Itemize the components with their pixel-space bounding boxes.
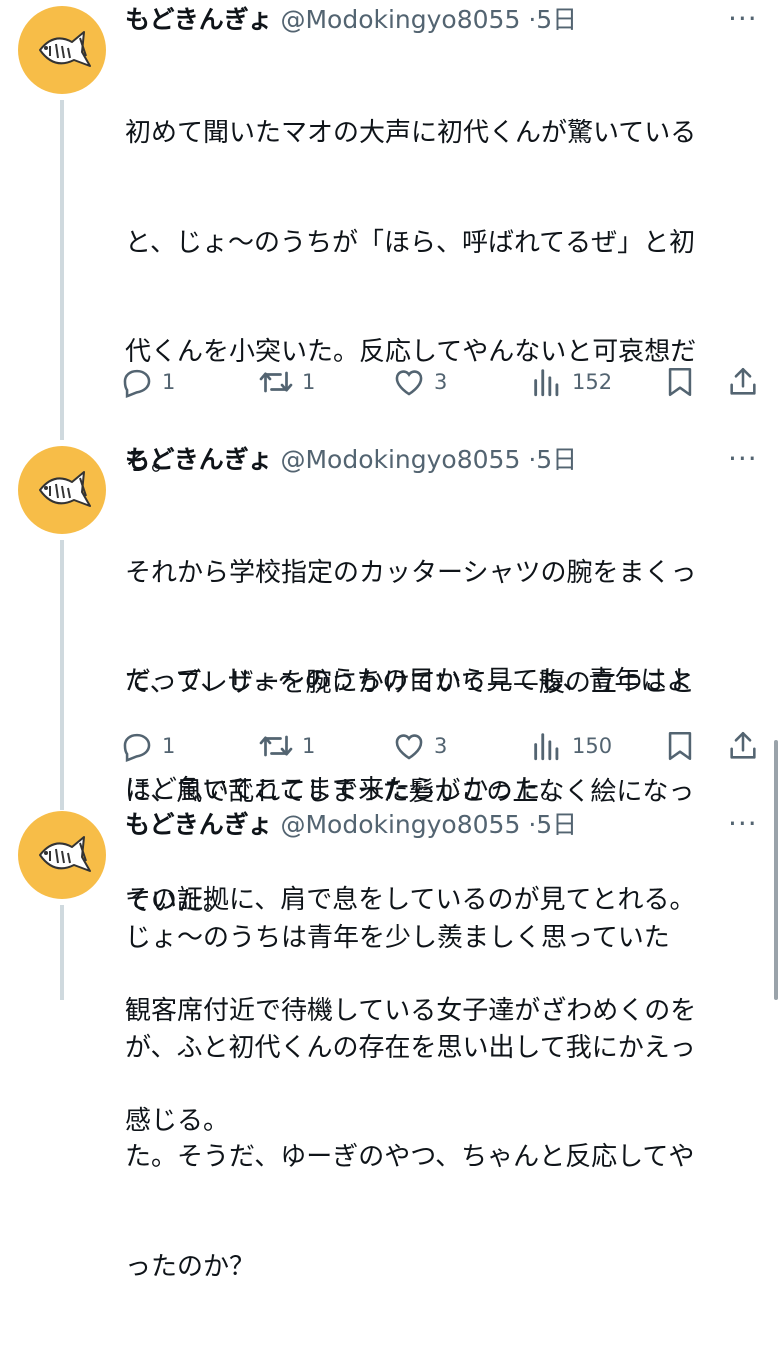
like-count: 3 xyxy=(434,370,448,394)
share-button[interactable] xyxy=(726,726,760,766)
tweet-header: もどきんぎょ @Modokingyo8055 ·5日 xyxy=(125,810,577,840)
bookmark-button[interactable] xyxy=(663,362,697,402)
text-line: が、ふと初代くんの存在を思い出して我にかえっ xyxy=(125,1032,696,1063)
views-icon xyxy=(534,369,559,397)
user-handle[interactable]: @Modokingyo8055 xyxy=(280,5,520,34)
text-line: 初めて聞いたマオの大声に初代くんが驚いている xyxy=(125,118,697,148)
display-name[interactable]: もどきんぎょ xyxy=(125,5,273,34)
avatar[interactable] xyxy=(18,6,106,94)
action-bar: 1 1 3 150 xyxy=(120,726,770,766)
heart-icon xyxy=(395,370,423,396)
action-bar: 1 1 3 152 xyxy=(120,362,770,402)
text-line: ったのか？ xyxy=(125,1251,256,1282)
reply-count: 1 xyxy=(162,370,176,394)
retweet-button[interactable]: 1 xyxy=(258,362,315,402)
views-count: 152 xyxy=(572,370,613,394)
text-line: と、じょ〜のうちが「ほら、呼ばれてるぜ」と初 xyxy=(125,227,696,258)
retweet-count: 1 xyxy=(302,370,316,394)
text-line: それから学校指定のカッターシャツの腕をまくっ xyxy=(125,558,697,588)
tweet-text: じょ〜のうちは青年を少し羨ましく思っていた が、ふと初代くんの存在を思い出して我… xyxy=(125,847,755,1358)
timestamp[interactable]: 5日 xyxy=(536,445,577,474)
tweet-header: もどきんぎょ @Modokingyo8055 ·5日 xyxy=(125,445,577,475)
tweet[interactable]: もどきんぎょ @Modokingyo8055 ·5日 ··· じょ〜のうちは青年… xyxy=(0,805,782,1282)
fish-avatar-icon xyxy=(39,836,91,872)
retweet-button[interactable]: 1 xyxy=(258,726,315,766)
views-button[interactable]: 152 xyxy=(530,362,612,402)
text-line: て、ブレザーを腕にかけていて——腹の立つこと xyxy=(125,667,695,698)
tweet-header: もどきんぎょ @Modokingyo8055 ·5日 xyxy=(125,5,577,35)
reply-button[interactable]: 1 xyxy=(120,726,175,766)
text-line: じょ〜のうちは青年を少し羨ましく思っていた xyxy=(125,923,670,953)
views-button[interactable]: 150 xyxy=(530,726,612,766)
avatar[interactable] xyxy=(18,811,106,899)
display-name[interactable]: もどきんぎょ xyxy=(125,445,273,474)
text-line: た。そうだ、ゆーぎのやつ、ちゃんと反応してや xyxy=(125,1142,695,1172)
tweet[interactable]: もどきんぎょ @Modokingyo8055 ·5日 ··· それから学校指定の… xyxy=(0,440,782,1136)
heart-icon xyxy=(395,734,423,760)
more-icon[interactable]: ··· xyxy=(728,442,758,475)
retweet-count: 1 xyxy=(302,734,316,758)
reply-count: 1 xyxy=(162,734,176,758)
fish-avatar-icon xyxy=(39,471,91,507)
scrollbar[interactable] xyxy=(774,740,778,1000)
views-icon xyxy=(534,733,559,761)
timestamp[interactable]: 5日 xyxy=(536,810,577,839)
user-handle[interactable]: @Modokingyo8055 xyxy=(280,445,520,474)
more-icon[interactable]: ··· xyxy=(728,2,758,35)
bookmark-icon xyxy=(668,731,692,761)
reply-icon xyxy=(123,733,151,763)
reply-button[interactable]: 1 xyxy=(120,362,175,402)
display-name[interactable]: もどきんぎょ xyxy=(125,810,273,839)
bookmark-icon xyxy=(668,367,692,397)
tweet[interactable]: もどきんぎょ @Modokingyo8055 ·5日 ··· 初めて聞いたマオの… xyxy=(0,0,782,915)
like-button[interactable]: 3 xyxy=(392,362,447,402)
more-icon[interactable]: ··· xyxy=(728,807,758,840)
fish-avatar-icon xyxy=(39,31,91,67)
reply-icon xyxy=(123,369,151,399)
views-count: 150 xyxy=(572,734,613,758)
like-button[interactable]: 3 xyxy=(392,726,447,766)
retweet-icon xyxy=(259,371,293,393)
retweet-icon xyxy=(259,735,293,757)
share-icon xyxy=(730,731,756,759)
like-count: 3 xyxy=(434,734,448,758)
timestamp[interactable]: 5日 xyxy=(536,5,577,34)
bookmark-button[interactable] xyxy=(663,726,697,766)
avatar[interactable] xyxy=(18,446,106,534)
user-handle[interactable]: @Modokingyo8055 xyxy=(280,810,520,839)
share-icon xyxy=(730,367,756,395)
share-button[interactable] xyxy=(726,362,760,402)
